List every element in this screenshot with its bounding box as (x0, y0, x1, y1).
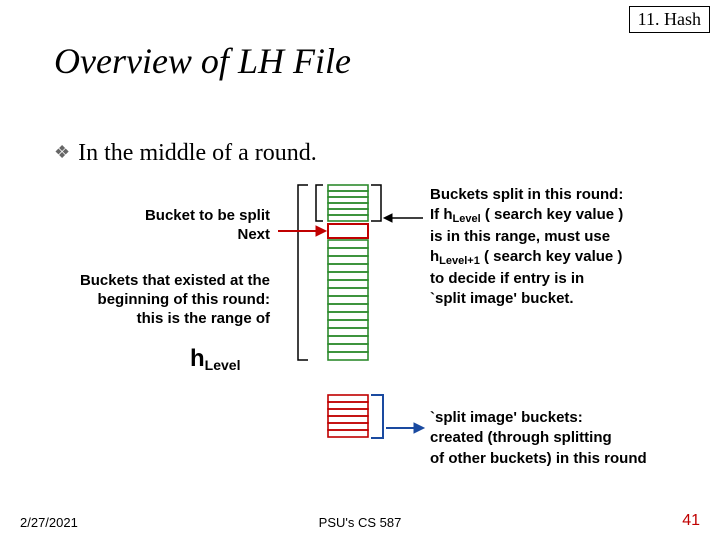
label-line: beginning of this round: (98, 291, 270, 308)
arrow-bottom-right (386, 423, 424, 433)
line: of other buckets) in this round (430, 450, 647, 467)
footer-course: PSU's CS 587 (0, 515, 720, 530)
line: `split image' buckets: (430, 409, 583, 426)
label-line: this is the range of (137, 310, 270, 327)
h-char: h (430, 248, 439, 265)
line: ( search key value ) (481, 206, 624, 223)
bullet-text: In the middle of a round. (78, 140, 317, 166)
lh-diagram (278, 180, 428, 470)
h-char: h (443, 206, 452, 223)
h-sub: Level (205, 357, 241, 373)
next-bucket (328, 224, 368, 238)
bullet-icon: ❖ (54, 142, 70, 162)
line: is in this range, must use (430, 228, 610, 245)
chapter-tag: 11. Hash (629, 6, 710, 33)
explanation-split-round: Buckets split in this round: If hLevel (… (430, 185, 710, 310)
bottom-red-slab (328, 395, 368, 437)
label-line: Buckets that existed at the (80, 272, 270, 289)
h-sub: Level+1 (439, 255, 480, 267)
h-char: h (190, 345, 205, 372)
mid-green-slab (328, 240, 368, 360)
h-sub: Level (453, 213, 481, 225)
line: to decide if entry is in (430, 270, 584, 287)
label-line: Bucket to be split (145, 207, 270, 224)
page-title: Overview of LH File (54, 40, 351, 82)
right-bracket-bottom (371, 395, 383, 438)
h-level-symbol: hLevel (190, 345, 240, 373)
line: If (430, 206, 443, 223)
line: Buckets split in this round: (430, 186, 623, 203)
left-bracket-range (298, 185, 308, 360)
label-line: Next (237, 226, 270, 243)
line: created (through splitting (430, 429, 612, 446)
right-bracket-top (371, 185, 381, 221)
line: ( search key value ) (480, 248, 623, 265)
arrow-top-right (384, 214, 423, 222)
top-green-slab (328, 185, 368, 221)
footer-page-number: 41 (682, 512, 700, 530)
label-existing-buckets: Buckets that existed at the beginning of… (18, 272, 270, 328)
left-bracket-top (316, 185, 323, 221)
arrow-next (278, 226, 326, 236)
explanation-split-image: `split image' buckets: created (through … (430, 408, 710, 469)
bullet-line: ❖ In the middle of a round. (54, 140, 317, 167)
line: `split image' bucket. (430, 290, 574, 307)
label-bucket-next: Bucket to be split Next (60, 207, 270, 245)
